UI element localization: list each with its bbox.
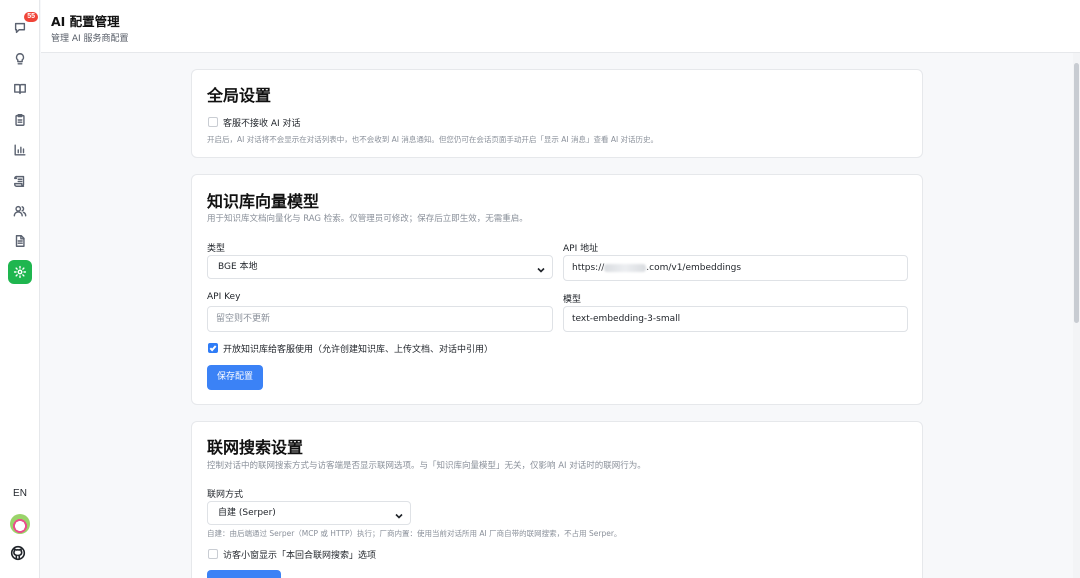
sidebar-item-tasks[interactable]	[8, 108, 32, 132]
type-select[interactable]: BGE 本地	[207, 255, 553, 279]
global-settings-description: 开启后，AI 对话将不会显示在对话列表中，也不会收到 AI 消息通知。但您仍可在…	[207, 135, 659, 144]
type-select-value: BGE 本地	[218, 262, 258, 272]
search-mode-value: 自建 (Serper)	[218, 508, 276, 518]
type-label: 类型	[207, 244, 226, 254]
avatar[interactable]	[10, 514, 30, 534]
api-url-suffix: .com/v1/embeddings	[646, 263, 742, 273]
model-input[interactable]: text-embedding-3-small	[563, 306, 908, 332]
no-ai-checkbox[interactable]	[208, 117, 218, 127]
visitor-search-checkbox[interactable]	[208, 549, 218, 559]
open-knowledge-checkbox[interactable]	[208, 343, 218, 353]
api-url-prefix: https://	[572, 263, 605, 273]
sidebar-item-documents[interactable]	[8, 229, 32, 253]
sidebar: 55 EN	[0, 0, 40, 578]
api-key-input[interactable]: 留空则不更新	[207, 306, 553, 332]
model-label: 模型	[563, 295, 582, 305]
search-mode-hint: 自建：由后端通过 Serper（MCP 或 HTTP）执行；厂商内置：使用当前对…	[207, 529, 622, 538]
web-search-card: 联网搜索设置 控制对话中的联网搜索方式与访客端是否显示联网选项。与「知识库向量模…	[191, 421, 923, 578]
scrollbar[interactable]	[1073, 53, 1080, 578]
sidebar-item-ai-settings[interactable]	[8, 260, 32, 284]
search-mode-select[interactable]: 自建 (Serper)	[207, 501, 411, 525]
check-icon	[209, 345, 217, 352]
sidebar-item-knowledge[interactable]	[8, 77, 32, 101]
bar-chart-icon	[14, 144, 26, 156]
knowledge-model-description: 用于知识库文档向量化与 RAG 检索。仅管理员可修改；保存后立即生效，无需重启。	[207, 214, 528, 224]
api-url-input[interactable]: https:// .com/v1/embeddings	[563, 255, 908, 281]
no-ai-checkbox-label[interactable]: 客服不接收 AI 对话	[223, 116, 301, 129]
knowledge-model-title: 知识库向量模型	[207, 192, 320, 211]
sidebar-item-users[interactable]	[8, 199, 32, 223]
api-url-label: API 地址	[563, 244, 599, 254]
global-settings-title: 全局设置	[207, 86, 272, 105]
page-subtitle: 管理 AI 服务商配置	[51, 34, 129, 44]
lightbulb-icon	[15, 53, 25, 65]
users-icon	[13, 205, 27, 217]
chevron-down-icon	[394, 508, 404, 519]
scroll-icon	[14, 175, 25, 187]
page-title: AI 配置管理	[51, 14, 120, 29]
web-search-description: 控制对话中的联网搜索方式与访客端是否显示联网选项。与「知识库向量模型」无关，仅影…	[207, 461, 646, 471]
save-config-button[interactable]: 保存配置	[207, 365, 263, 390]
sidebar-item-logs[interactable]	[8, 169, 32, 193]
settings-icon	[13, 265, 27, 279]
document-icon	[15, 235, 25, 247]
chevron-down-icon	[536, 262, 546, 273]
book-icon	[14, 83, 26, 95]
visitor-search-checkbox-label[interactable]: 访客小窗显示「本回合联网搜索」选项	[223, 548, 376, 561]
github-icon	[10, 545, 26, 561]
sidebar-item-analytics[interactable]	[8, 138, 32, 162]
clipboard-icon	[15, 114, 25, 126]
scrollbar-thumb[interactable]	[1074, 63, 1079, 323]
global-settings-card: 全局设置 客服不接收 AI 对话 开启后，AI 对话将不会显示在对话列表中，也不…	[191, 69, 923, 158]
sidebar-item-chat[interactable]: 55	[8, 12, 38, 40]
open-knowledge-checkbox-label[interactable]: 开放知识库给客服使用（允许创建知识库、上传文档、对话中引用）	[223, 342, 493, 355]
api-key-label: API Key	[207, 292, 241, 302]
chat-icon	[14, 22, 26, 34]
page-header: AI 配置管理 管理 AI 服务商配置	[41, 0, 1080, 53]
redacted-domain	[604, 263, 647, 272]
sidebar-item-ideas[interactable]	[8, 47, 32, 71]
github-link[interactable]	[10, 545, 30, 565]
unread-badge: 55	[24, 12, 38, 22]
search-mode-label: 联网方式	[207, 490, 244, 500]
language-toggle[interactable]: EN	[8, 484, 32, 504]
knowledge-model-card: 知识库向量模型 用于知识库文档向量化与 RAG 检索。仅管理员可修改；保存后立即…	[191, 174, 923, 405]
web-search-title: 联网搜索设置	[207, 438, 304, 457]
save-search-button[interactable]	[207, 570, 281, 578]
